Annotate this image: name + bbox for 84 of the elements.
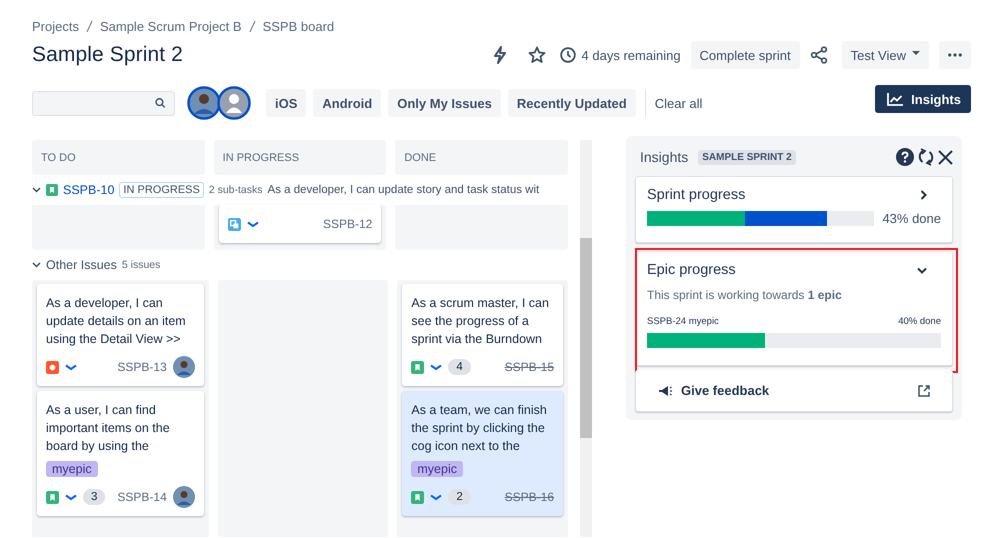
clock-icon [560, 47, 576, 63]
issue-summary: As a user, I can find important items on the board by using the [46, 402, 171, 455]
bookmark-icon [411, 360, 424, 374]
priority-icon [430, 364, 442, 370]
progress-reading: 40% done [898, 316, 941, 327]
star-icon[interactable] [528, 46, 546, 64]
column-header: TO DO [32, 140, 205, 175]
search-icon [155, 97, 166, 109]
breadcrumb-link[interactable]: Projects [32, 18, 79, 34]
issue-summary: As a team, we can finish the sprint by clicking the cog icon next to the [411, 402, 548, 455]
give-feedback-link[interactable]: Give feedback [681, 383, 770, 398]
priority-icon [246, 220, 259, 228]
chart-icon [887, 92, 904, 106]
status-lozenge: IN PROGRESS [119, 182, 204, 198]
user-avatar[interactable] [187, 86, 221, 120]
epic-label: myepic [411, 461, 463, 477]
more-icon [948, 53, 962, 57]
scrollbar[interactable] [580, 140, 592, 537]
close-icon[interactable] [938, 150, 953, 164]
quick-filter-button[interactable]: Only My Issues [388, 89, 501, 117]
quick-filter-button[interactable]: Android [313, 89, 382, 117]
issue-card[interactable]: As a user, I can find important items on the board by using the myepic 3 SSPB-14 [37, 391, 204, 516]
column-header: IN PROGRESS [214, 140, 386, 175]
subtask-count: 2 [448, 489, 471, 505]
issue-key: SSPB-14 [117, 490, 167, 504]
panel-title: Insights [640, 149, 688, 165]
caret-icon [912, 50, 920, 56]
sprint-title: Sample Sprint 2 [32, 43, 183, 67]
insights-button[interactable]: Insights [875, 85, 971, 113]
chevron-icon[interactable] [32, 187, 41, 193]
search-field[interactable] [32, 90, 175, 116]
bookmark-icon [411, 490, 424, 504]
bug-icon [46, 360, 59, 374]
external-link-icon[interactable] [918, 384, 930, 396]
epic-label: myepic [46, 461, 98, 477]
subtask-count: 4 [448, 359, 471, 375]
help-icon[interactable] [896, 148, 914, 166]
issue-key-link[interactable]: SSPB-10 [63, 183, 114, 197]
card-title: Epic progress [647, 262, 736, 278]
issue-summary: As a scrum master, I can see the progress of a sprint via the Burndown [411, 295, 550, 348]
issue-key: SSPB-13 [117, 360, 167, 374]
epic-name: SSPB-24 myepic [647, 316, 719, 327]
breadcrumb-link[interactable]: Sample Scrum Project B [100, 18, 242, 34]
priority-icon [430, 494, 442, 500]
bookmark-icon [46, 184, 58, 196]
bookmark-icon [46, 490, 59, 504]
subtask-icon [228, 218, 241, 230]
epic-summary: This sprint is working towards 1 epic [647, 288, 843, 302]
chevron-right-icon [920, 190, 927, 200]
issue-card[interactable]: As a scrum master, I can see the progress of a sprint via the Burndown 4 SSPB-15 [402, 284, 563, 386]
issue-card[interactable]: SSPB-12 [218, 205, 382, 243]
priority-icon [65, 364, 77, 370]
time-remaining: 4 days remaining [582, 48, 681, 62]
subtask-count: 3 [83, 489, 106, 505]
refresh-icon[interactable] [918, 148, 934, 166]
issue-summary: As a developer, I can update details on an item using the Detail View >> [46, 295, 187, 348]
issue-key: SSPB-15 [504, 360, 554, 374]
user-avatar[interactable] [217, 86, 251, 120]
swimlane-title: Other Issues [46, 258, 117, 272]
priority-icon [65, 494, 77, 500]
issue-summary: As a developer, I can update story and task status wit [268, 184, 540, 196]
share-icon[interactable] [810, 46, 828, 64]
issue-count: 5 issues [122, 259, 160, 271]
issue-card[interactable]: As a developer, I can update details on an item using the Detail View >> SSPB-13 [37, 284, 204, 386]
complete-sprint-button[interactable]: Complete sprint [690, 41, 800, 69]
chevron-down-icon [917, 266, 927, 274]
megaphone-icon [658, 384, 672, 396]
quick-filter-button[interactable]: iOS [266, 89, 306, 117]
clear-all-link[interactable]: Clear all [654, 96, 702, 110]
view-dropdown[interactable]: Test View [842, 41, 929, 69]
sprint-progress-card[interactable]: Sprint progress 43% done [635, 176, 953, 243]
sprint-tag: SAMPLE SPRINT 2 [698, 150, 796, 164]
progress-reading: 43% done [882, 211, 941, 226]
issue-key: SSPB-12 [322, 217, 372, 231]
issue-card[interactable]: As a team, we can finish the sprint by clicking the cog icon next to the myepic 2 SSPB-16 [402, 391, 563, 516]
issue-key: SSPB-16 [504, 490, 554, 504]
lightning-icon[interactable] [492, 46, 508, 64]
breadcrumb-link[interactable]: SSPB board [262, 18, 334, 34]
quick-filter-button[interactable]: Recently Updated [508, 89, 636, 117]
subtask-count: 2 sub-tasks [208, 184, 263, 196]
chevron-icon[interactable] [32, 262, 41, 268]
card-title: Sprint progress [647, 187, 746, 203]
column-header: DONE [395, 140, 568, 175]
more-button[interactable] [939, 41, 971, 69]
